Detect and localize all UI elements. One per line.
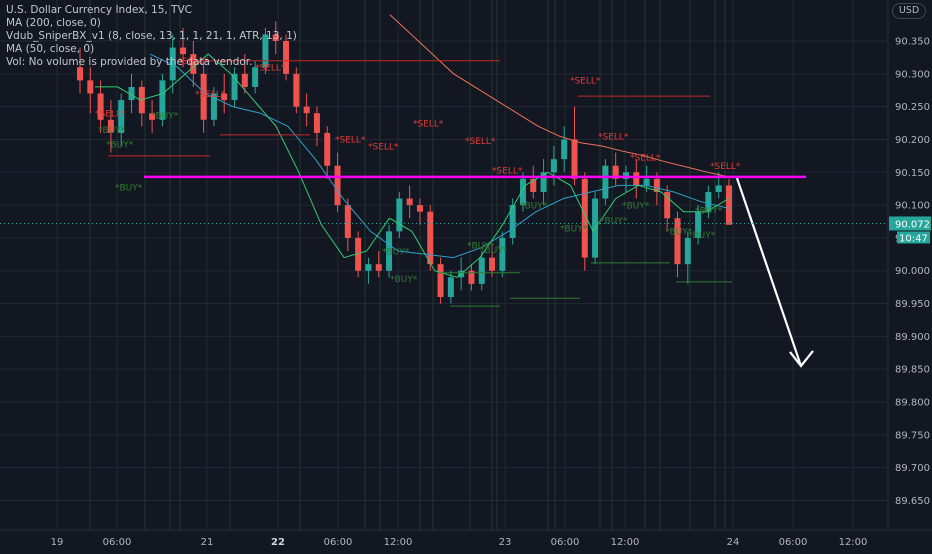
price-tick-label: 89.700 (895, 463, 930, 474)
price-chart[interactable]: *SELL* *SELL* *SELL* *SELL* *SELL* *SELL* *SEL… (0, 0, 932, 550)
time-tick-label: 06:00 (551, 537, 580, 548)
legend-ma50[interactable]: MA (50, close, 0) (6, 43, 297, 56)
candle-body (303, 106, 310, 114)
buy-signal-label: *BUY* (480, 246, 508, 256)
buy-signal-label: *BUY* (688, 231, 716, 241)
time-tick-label: 12:00 (611, 537, 640, 548)
price-tick-label: 89.800 (895, 398, 930, 409)
candle-body (324, 132, 331, 166)
sell-signal-label: *SELL* (335, 136, 366, 146)
time-tick-label: 12:00 (839, 537, 868, 548)
candle-body (602, 165, 609, 199)
price-tick-label: 90.350 (895, 37, 930, 48)
time-tick-label: 06:00 (103, 537, 132, 548)
legend-ma200[interactable]: MA (200, close, 0) (6, 17, 297, 30)
price-tick-label: 90.200 (895, 135, 930, 146)
candle-body (571, 139, 578, 179)
sell-signal-label: *SELL* (598, 132, 629, 142)
chart-svg: *SELL**SELL**SELL**SELL**SELL**SELL**SEL… (0, 0, 932, 550)
candle-body (293, 73, 300, 107)
candle-body (684, 237, 691, 265)
candle-body (561, 139, 568, 160)
legend-symbol[interactable]: U.S. Dollar Currency Index, 15, TVC (6, 4, 297, 17)
time-tick-label: 12:00 (384, 537, 413, 548)
price-tick-label: 89.900 (895, 332, 930, 343)
candle-body (715, 185, 722, 192)
countdown-label: 10:47 (899, 233, 928, 244)
candle-body (334, 165, 341, 206)
sell-signal-label: *SELL* (195, 90, 226, 100)
time-tick-label: 23 (499, 537, 512, 548)
sell-signal-label: *SELL* (95, 109, 126, 119)
buy-signal-label: *BUY* (115, 184, 143, 194)
candle-body (674, 218, 681, 265)
candle-body (87, 80, 94, 94)
price-tick-label: 89.950 (895, 299, 930, 310)
currency-button[interactable]: USD (892, 3, 926, 19)
price-tick-label: 90.250 (895, 102, 930, 113)
price-tick-label: 89.750 (895, 430, 930, 441)
time-tick-label: 22 (271, 537, 285, 548)
legend-volume[interactable]: Vol: No volume is provided by the data v… (6, 56, 297, 69)
sell-signal-label: *SELL* (492, 167, 523, 177)
candle-body (478, 257, 485, 284)
candle-body (427, 211, 434, 265)
buy-signal-label: *BUY* (600, 216, 628, 226)
buy-signal-label: *BUY* (106, 140, 134, 150)
candle-body (633, 172, 640, 186)
chart-legend: U.S. Dollar Currency Index, 15, TVC MA (… (6, 4, 297, 69)
sell-signal-label: *SELL* (465, 137, 496, 147)
sell-signal-label: *SELL* (413, 119, 444, 129)
price-tick-label: 89.650 (895, 496, 930, 507)
candle-body (365, 264, 372, 271)
time-tick-label: 24 (727, 537, 740, 548)
candle-body (726, 185, 732, 225)
candle-body (550, 159, 557, 173)
price-tick-label: 90.150 (895, 168, 930, 179)
sell-signal-label: *SELL* (570, 77, 601, 87)
candle-body (489, 257, 496, 271)
legend-sniper[interactable]: Vdub_SniperBX_v1 (8, close, 13, 1, 1, 21… (6, 30, 297, 43)
last-price-label: 90.072 (895, 219, 930, 230)
candle-body (447, 277, 454, 297)
candle-body (406, 198, 413, 206)
buy-signal-label: *BUY* (98, 126, 126, 136)
buy-signal-label: *BUY* (695, 207, 723, 217)
candle-body (416, 205, 423, 212)
price-tick-label: 90.000 (895, 266, 930, 277)
candle-body (241, 73, 248, 87)
time-tick-label: 06:00 (779, 537, 808, 548)
sell-signal-label: *SELL* (710, 162, 741, 172)
candle-body (437, 264, 444, 297)
buy-signal-label: *BUY* (560, 224, 588, 234)
candle-body (344, 205, 351, 238)
price-tick-label: 89.850 (895, 365, 930, 376)
buy-signal-label: *BUY* (520, 201, 548, 211)
candle-body (375, 264, 382, 271)
buy-signal-label: *BUY* (382, 247, 410, 257)
price-tick-label: 90.300 (895, 69, 930, 80)
buy-signal-label: *BUY* (151, 111, 179, 121)
sell-signal-label: *SELL* (630, 153, 661, 163)
candle-body (396, 198, 403, 232)
buy-signal-label: *BUY* (622, 201, 650, 211)
candle-body (643, 178, 650, 186)
time-tick-label: 19 (51, 537, 64, 548)
time-tick-label: 06:00 (324, 537, 353, 548)
price-tick-label: 90.100 (895, 201, 930, 212)
buy-signal-label: *BUY* (390, 275, 418, 285)
time-tick-label: 21 (201, 537, 214, 548)
candle-body (313, 113, 320, 133)
sell-signal-label: *SELL* (368, 142, 399, 152)
candle-body (77, 67, 83, 81)
